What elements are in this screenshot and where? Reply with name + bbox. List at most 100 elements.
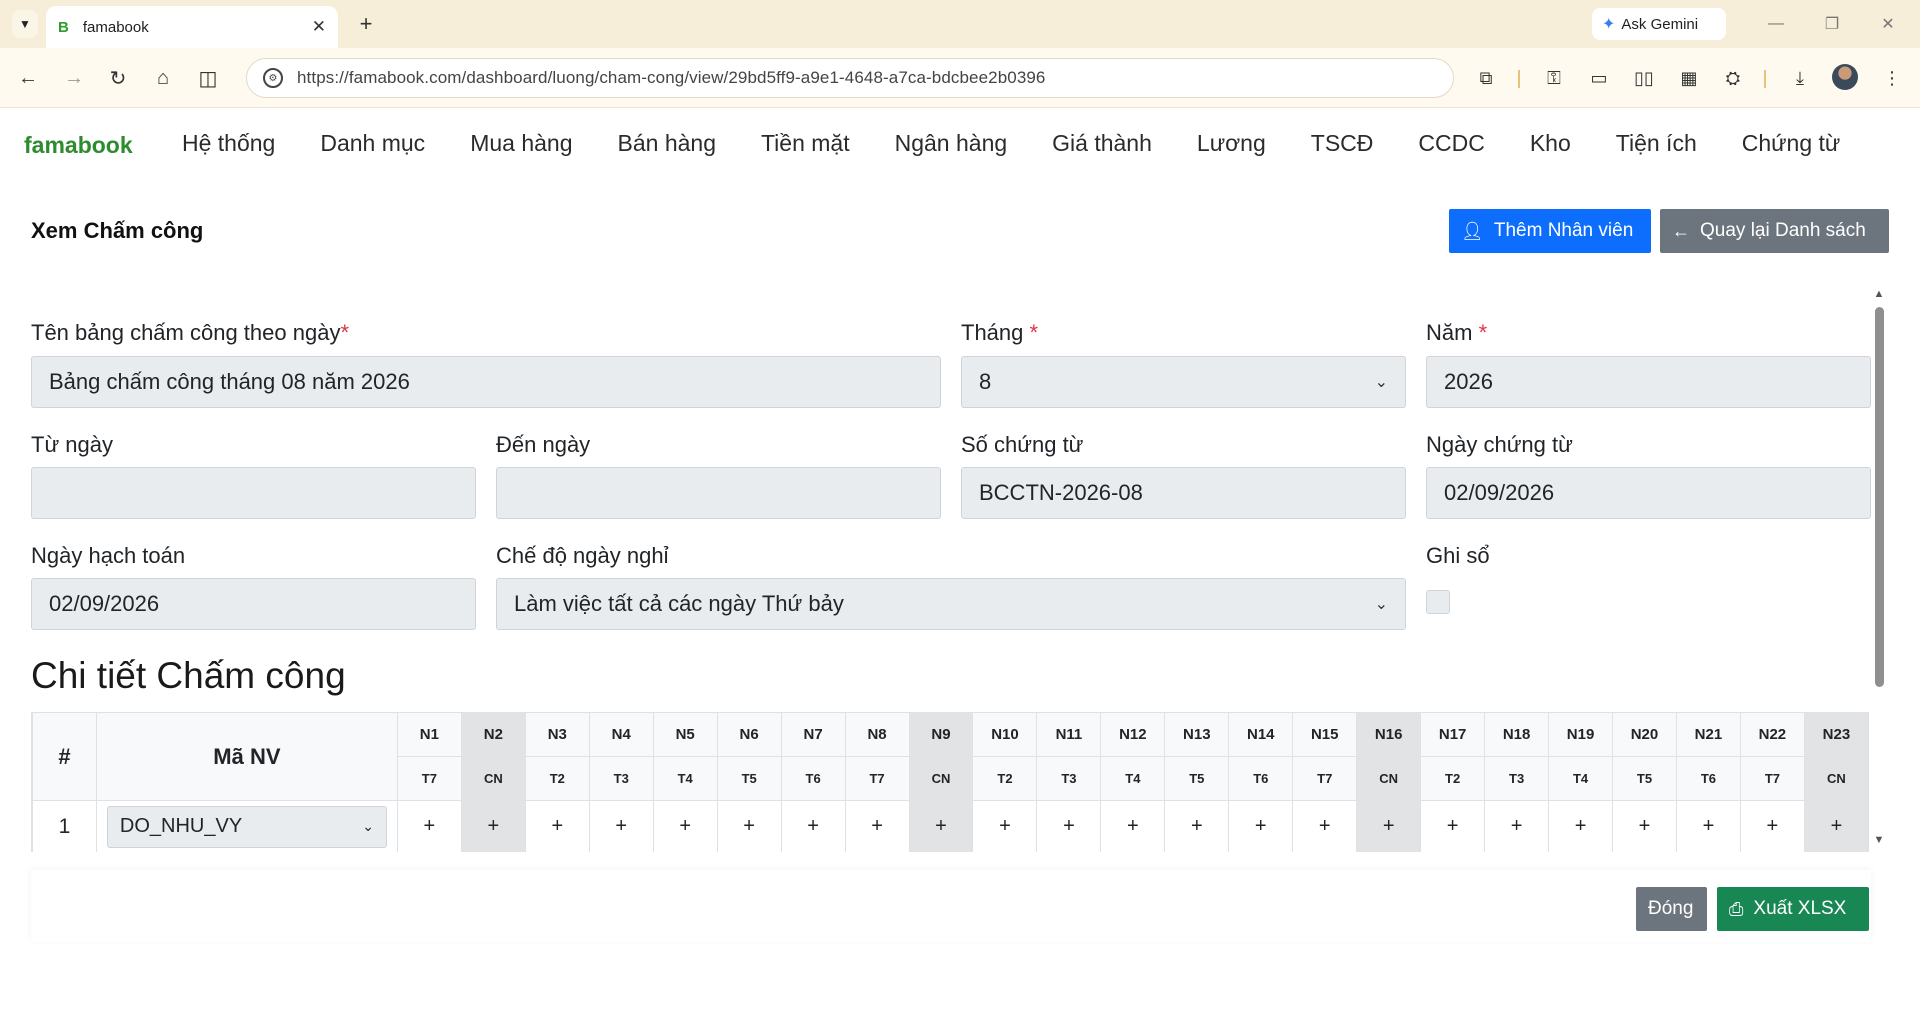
name-field[interactable]: Bảng chấm công tháng 08 năm 2026	[31, 356, 941, 408]
to-date-field[interactable]	[496, 467, 941, 519]
year-label: Năm *	[1426, 320, 1488, 345]
brand-logo[interactable]: famabook	[24, 132, 133, 159]
menu-button[interactable]: ⋮	[1876, 62, 1908, 94]
menu-item-ngan-hang[interactable]: Ngân hàng	[895, 130, 1008, 157]
window-close-button[interactable]: ✕	[1868, 8, 1908, 40]
attendance-cell[interactable]: +	[1548, 800, 1614, 852]
detail-section-title: Chi tiết Chấm công	[31, 655, 346, 696]
back-button[interactable]: ←	[12, 62, 44, 94]
menu-item-gia-thanh[interactable]: Giá thành	[1052, 130, 1152, 157]
attendance-cell[interactable]: +	[652, 800, 718, 852]
from-date-field[interactable]	[31, 467, 476, 519]
attendance-cell[interactable]: +	[1612, 800, 1677, 852]
arrow-left-icon: ←	[1672, 220, 1690, 241]
reading-list-button[interactable]: ▯▯	[1628, 62, 1660, 94]
tab-search-button[interactable]: ▦	[1673, 62, 1705, 94]
menu-item-he-thong[interactable]: Hệ thống	[182, 130, 275, 157]
menu-item-luong[interactable]: Lương	[1197, 130, 1266, 157]
year-field[interactable]: 2026	[1426, 356, 1871, 408]
profile-avatar[interactable]	[1832, 64, 1858, 90]
month-select[interactable]: 8 ⌄	[961, 356, 1406, 408]
menu-item-tien-mat[interactable]: Tiền mặt	[761, 130, 850, 157]
name-label: Tên bảng chấm công theo ngày*	[31, 320, 350, 345]
col-header-day: N5	[652, 712, 718, 757]
employee-cell: DO_NHU_VY ⌄	[95, 800, 398, 852]
menu-item-ban-hang[interactable]: Bán hàng	[618, 130, 716, 157]
reload-button[interactable]: ↻	[102, 62, 134, 94]
attendance-cell[interactable]: +	[588, 800, 654, 852]
minimize-button[interactable]: —	[1756, 8, 1796, 40]
scroll-down-arrow[interactable]: ▼	[1872, 834, 1886, 848]
attendance-cell[interactable]: +	[1356, 800, 1422, 852]
col-header-day: N12	[1100, 712, 1166, 757]
menu-item-chung-tu[interactable]: Chứng từ	[1742, 130, 1841, 157]
attendance-cell[interactable]: +	[1100, 800, 1166, 852]
restore-button[interactable]: ❐	[1812, 8, 1852, 40]
timesheet-table: # Mã NV N1 N2 N3 N4 N5 N6 N7 N8 N9 N10 N11 N12 N13 N1…	[31, 712, 1869, 852]
menu-item-ccdc[interactable]: CCDC	[1418, 130, 1484, 157]
tab-list-button[interactable]: ▼	[12, 10, 38, 38]
menu-item-danh-muc[interactable]: Danh mục	[320, 130, 425, 157]
posting-date-field[interactable]: 02/09/2026	[31, 578, 476, 630]
attendance-cell[interactable]: +	[1739, 800, 1805, 852]
browser-tab[interactable]: B famabook ✕	[46, 6, 338, 48]
payment-button[interactable]: ▭	[1583, 62, 1615, 94]
col-header-weekday: T2	[524, 756, 590, 801]
scrollbar-thumb[interactable]	[1875, 307, 1884, 687]
back-to-list-label: Quay lại Danh sách	[1700, 220, 1866, 241]
col-header-weekday: CN	[908, 756, 974, 801]
attendance-cell[interactable]: +	[460, 800, 526, 852]
attendance-cell[interactable]: +	[1803, 800, 1869, 852]
doc-no-field[interactable]: BCCTN-2026-08	[961, 467, 1406, 519]
attendance-cell[interactable]: +	[844, 800, 910, 852]
col-header-weekday: T2	[972, 756, 1038, 801]
attendance-cell[interactable]: +	[716, 800, 782, 852]
export-xlsx-button[interactable]: ⎙ Xuất XLSX	[1717, 887, 1869, 931]
col-header-day: N21	[1675, 712, 1741, 757]
add-employee-button[interactable]: 👤︎ Thêm Nhân viên	[1449, 209, 1651, 253]
back-to-list-button[interactable]: ← Quay lại Danh sách	[1660, 209, 1889, 253]
col-header-weekday: T7	[1292, 756, 1358, 801]
puzzle-icon: ⧉	[1479, 67, 1493, 88]
passwords-button[interactable]: ⚿	[1538, 62, 1570, 94]
attendance-cell[interactable]: +	[396, 800, 462, 852]
incognito-button[interactable]: ⛭	[1717, 62, 1749, 94]
downloads-button[interactable]: ⤓	[1784, 62, 1816, 94]
attendance-cell[interactable]: +	[908, 800, 974, 852]
ask-gemini-button[interactable]: ✦ Ask Gemini	[1592, 8, 1726, 40]
attendance-cell[interactable]: +	[1292, 800, 1358, 852]
reading-mode-button[interactable]: ◫	[192, 62, 224, 94]
attendance-cell[interactable]: +	[1420, 800, 1486, 852]
scroll-up-arrow[interactable]: ▲	[1872, 288, 1886, 302]
menu-item-mua-hang[interactable]: Mua hàng	[470, 130, 572, 157]
address-bar[interactable]: ⚙ https://famabook.com/dashboard/luong/c…	[246, 58, 1454, 98]
attendance-cell[interactable]: +	[780, 800, 846, 852]
menu-item-tien-ich[interactable]: Tiện ích	[1616, 130, 1697, 157]
attendance-cell[interactable]: +	[1484, 800, 1550, 852]
extensions-button[interactable]: ⧉	[1470, 62, 1502, 94]
col-header-weekday: T6	[780, 756, 846, 801]
holiday-mode-label: Chế độ ngày nghỉ	[496, 543, 669, 568]
col-header-weekday: T5	[1164, 756, 1230, 801]
menu-item-kho[interactable]: Kho	[1530, 130, 1571, 157]
doc-date-field[interactable]: 02/09/2026	[1426, 467, 1871, 519]
new-tab-button[interactable]: +	[352, 10, 380, 38]
close-icon[interactable]: ✕	[312, 17, 326, 37]
holiday-mode-select[interactable]: Làm việc tất cả các ngày Thứ bảy ⌄	[496, 578, 1406, 630]
site-info-icon[interactable]: ⚙	[263, 68, 283, 88]
menu-item-tscd[interactable]: TSCĐ	[1311, 130, 1374, 157]
home-button[interactable]: ⌂	[147, 62, 179, 94]
close-button[interactable]: Đóng	[1636, 887, 1707, 931]
chevron-down-icon: ▼	[19, 17, 31, 31]
attendance-cell[interactable]: +	[972, 800, 1038, 852]
attendance-cell[interactable]: +	[1164, 800, 1230, 852]
col-header-weekday: T7	[844, 756, 910, 801]
minimize-icon: —	[1768, 15, 1784, 32]
employee-select[interactable]: DO_NHU_VY ⌄	[106, 805, 387, 848]
posted-checkbox[interactable]	[1426, 590, 1450, 614]
attendance-cell[interactable]: +	[1228, 800, 1294, 852]
attendance-cell[interactable]: +	[1675, 800, 1741, 852]
attendance-cell[interactable]: +	[524, 800, 590, 852]
attendance-cell[interactable]: +	[1036, 800, 1102, 852]
forward-button[interactable]: →	[58, 62, 90, 94]
